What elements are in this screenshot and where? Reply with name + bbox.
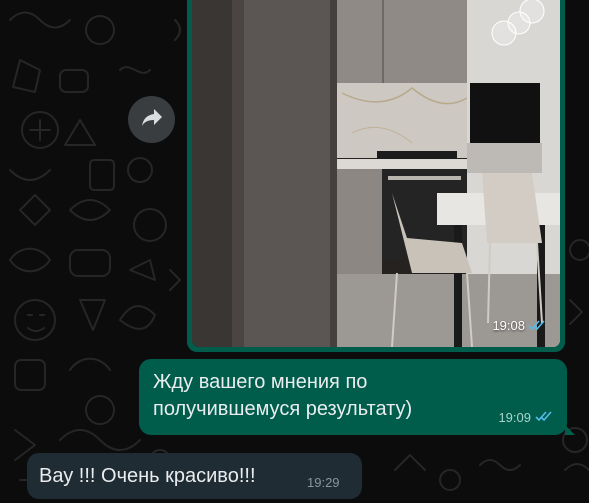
- message-time: 19:29: [307, 475, 340, 490]
- bubble-tail: [565, 425, 575, 435]
- message-text: Жду вашего мнения по получившемуся резул…: [153, 371, 413, 420]
- incoming-message-bubble[interactable]: Вау !!! Очень красиво!!! 19:29: [27, 453, 362, 499]
- photo-message-bubble[interactable]: 19:08: [187, 0, 565, 352]
- kitchen-photo-image: [192, 0, 560, 347]
- double-check-read-icon: [535, 410, 553, 425]
- message-text: Вау !!! Очень красиво!!!: [39, 465, 256, 487]
- outgoing-message-meta: 19:09: [498, 410, 553, 425]
- forward-button[interactable]: [128, 96, 175, 143]
- double-check-read-icon: [528, 320, 546, 331]
- kitchen-photo[interactable]: 19:08: [192, 0, 560, 347]
- outgoing-message-bubble[interactable]: Жду вашего мнения по получившемуся резул…: [139, 359, 575, 435]
- photo-message-meta: 19:08: [492, 318, 546, 333]
- message-time: 19:09: [498, 410, 531, 425]
- forward-arrow-icon: [141, 107, 163, 132]
- message-time: 19:08: [492, 318, 525, 333]
